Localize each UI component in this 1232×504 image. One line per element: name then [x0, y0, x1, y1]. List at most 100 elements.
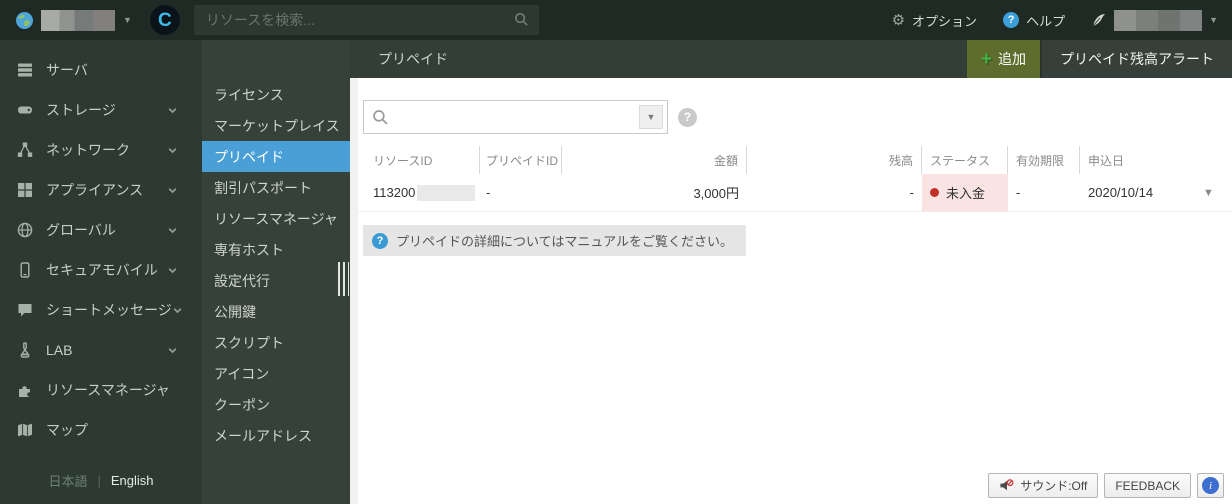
col-header-balance: 残高 — [747, 146, 922, 174]
sidebar-item-resource-manager[interactable]: リソースマネージャ — [0, 370, 202, 410]
sidebar-item-map[interactable]: マップ — [0, 410, 202, 450]
info-message-text: プリペイドの詳細についてはマニュアルをご覧ください。 — [396, 234, 733, 249]
chevron-down-icon — [167, 145, 178, 156]
chevron-down-icon — [167, 225, 178, 236]
server-icon — [16, 62, 33, 79]
panel-resize-grip[interactable] — [338, 262, 349, 296]
sidebar-item-lab[interactable]: LAB — [0, 330, 202, 370]
info-icon: i — [1202, 477, 1219, 494]
cell-status: 未入金 — [922, 173, 1008, 212]
help-label: ヘルプ — [1026, 13, 1066, 29]
message-icon — [16, 302, 33, 319]
sidebar-item-network[interactable]: ネットワーク — [0, 130, 202, 170]
search-icon — [514, 13, 528, 26]
help-icon: ? — [1003, 12, 1020, 28]
submenu-scrollbar-track[interactable] — [350, 78, 358, 504]
sidebar-item-server[interactable]: サーバ — [0, 50, 202, 90]
submenu-item-mail-address[interactable]: メールアドレス — [202, 420, 350, 451]
table-header-row: リソースID プリペイドID 金額 残高 ステータス 有効期限 申込日 — [358, 146, 1232, 174]
sidebar-item-secure-mobile[interactable]: セキュアモバイル — [0, 250, 202, 290]
info-button[interactable]: i — [1197, 473, 1224, 498]
account-name-redacted — [41, 9, 115, 31]
submenu-item-coupon[interactable]: クーポン — [202, 389, 350, 420]
sound-toggle-button[interactable]: サウンド:Off — [988, 473, 1099, 498]
row-actions-dropdown[interactable]: ▼ — [1203, 187, 1214, 199]
page-header: プリペイド + 追加 プリペイド残高アラート — [350, 40, 1232, 78]
help-button[interactable]: ? ヘルプ — [1003, 11, 1065, 30]
prepaid-balance-alert-button[interactable]: プリペイド残高アラート — [1040, 40, 1232, 78]
globe-logo-icon — [16, 11, 33, 29]
footer-buttons: サウンド:Off FEEDBACK i — [988, 473, 1224, 498]
cell-expiry: - — [1016, 185, 1021, 200]
options-label: オプション — [912, 13, 978, 29]
chevron-down-icon: ▼ — [1209, 15, 1218, 25]
submenu-item-script[interactable]: スクリプト — [202, 327, 350, 358]
chevron-down-icon — [172, 305, 183, 316]
col-header-apply-date: 申込日 — [1088, 153, 1125, 168]
page-title: プリペイド — [378, 51, 448, 67]
add-button[interactable]: + 追加 — [966, 40, 1040, 78]
network-icon — [16, 142, 33, 159]
language-en[interactable]: English — [111, 473, 154, 488]
storage-icon — [16, 102, 33, 119]
col-header-amount: 金額 — [562, 146, 747, 174]
plus-icon: + — [980, 48, 992, 70]
mobile-icon — [16, 262, 33, 279]
chevron-down-icon — [167, 185, 178, 196]
top-bar: ▼ C ⚙ オプション ? ヘルプ ▼ — [0, 0, 1232, 40]
filter-dropdown-button[interactable]: ▼ — [639, 105, 663, 129]
language-switcher: 日本語 | English — [0, 471, 202, 490]
options-button[interactable]: ⚙ オプション — [892, 11, 977, 30]
speaker-muted-icon — [1000, 479, 1014, 491]
status-dot-icon — [930, 188, 939, 197]
sidebar-item-short-message[interactable]: ショートメッセージ — [0, 290, 202, 330]
cell-resource-id: 113200 — [373, 174, 480, 212]
col-header-expiry: 有効期限 — [1008, 146, 1080, 174]
cell-apply-date: 2020/10/14 — [1088, 185, 1154, 200]
col-header-status: ステータス — [922, 146, 1008, 174]
submenu-item-discount-passport[interactable]: 割引パスポート — [202, 172, 350, 203]
appliance-icon — [16, 182, 33, 199]
submenu-item-public-key[interactable]: 公開鍵 — [202, 296, 350, 327]
chevron-down-icon — [167, 105, 178, 116]
globe-icon — [16, 222, 33, 239]
submenu-item-icon[interactable]: アイコン — [202, 358, 350, 389]
submenu-item-resource-manager[interactable]: リソースマネージャ — [202, 203, 350, 234]
cell-balance: - — [909, 185, 914, 200]
status-badge: 未入金 — [946, 186, 986, 201]
sidebar-item-storage[interactable]: ストレージ — [0, 90, 202, 130]
prepaid-table: リソースID プリペイドID 金額 残高 ステータス 有効期限 申込日 1132… — [358, 146, 1232, 212]
filter-help-icon[interactable]: ? — [678, 107, 697, 127]
user-name-redacted — [1114, 9, 1203, 31]
submenu-item-dedicated-host[interactable]: 専有ホスト — [202, 234, 350, 265]
gear-icon: ⚙ — [891, 12, 906, 29]
submenu-item-license[interactable]: ライセンス — [202, 79, 350, 110]
info-message-bar: ? プリペイドの詳細についてはマニュアルをご覧ください。 — [363, 225, 746, 256]
account-zone-switcher[interactable]: ▼ — [16, 9, 132, 31]
cloud-logo-icon: C — [158, 9, 172, 31]
user-account-menu[interactable]: ▼ — [1091, 9, 1218, 31]
main-content: ▼ ? リソースID プリペイドID 金額 残高 ステータス 有効期限 申込日 … — [358, 78, 1232, 504]
app-logo[interactable]: C — [149, 5, 180, 35]
submenu-item-config-agency[interactable]: 設定代行 — [202, 265, 350, 296]
puzzle-icon — [16, 382, 33, 399]
filter-search-box: ▼ — [363, 100, 668, 134]
map-icon — [16, 422, 33, 439]
sidebar-item-appliance[interactable]: アプライアンス — [0, 170, 202, 210]
chevron-down-icon — [167, 345, 178, 356]
filter-search-input[interactable] — [364, 101, 635, 133]
resource-search-input[interactable] — [193, 5, 539, 35]
chevron-down-icon — [167, 265, 178, 276]
feedback-button[interactable]: FEEDBACK — [1104, 473, 1191, 498]
submenu-item-prepaid[interactable]: プリペイド — [202, 141, 350, 172]
chevron-down-icon: ▼ — [646, 112, 656, 122]
submenu-item-marketplace[interactable]: マーケットプレイス — [202, 110, 350, 141]
table-row[interactable]: 113200 - 3,000円 - 未入金 - 2020/10/14 ▼ — [358, 173, 1232, 212]
cell-amount: 3,000円 — [693, 186, 739, 201]
col-header-resource-id: リソースID — [373, 146, 480, 174]
search-icon — [373, 110, 388, 125]
settings-submenu: ライセンス マーケットプレイス プリペイド 割引パスポート リソースマネージャ … — [202, 40, 350, 504]
language-separator: | — [97, 473, 101, 488]
language-ja[interactable]: 日本語 — [48, 471, 87, 490]
sidebar-item-global[interactable]: グローバル — [0, 210, 202, 250]
